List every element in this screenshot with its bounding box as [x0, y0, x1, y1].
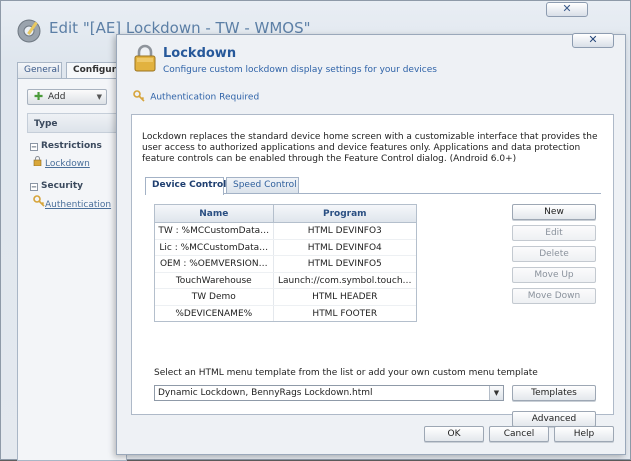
cell-program: HTML DEVINFO3 [307, 226, 382, 236]
template-select[interactable]: Dynamic Lockdown, BennyRags Lockdown.htm… [154, 385, 504, 401]
table-row[interactable]: TW Demo HTML HEADER [155, 289, 416, 306]
key-icon [133, 90, 147, 105]
cell-name: TouchWarehouse [155, 272, 274, 288]
ok-button[interactable]: OK [424, 426, 484, 442]
dialog-subtitle: Configure custom lockdown display settin… [163, 65, 437, 75]
cell-program: HTML DEVINFO4 [307, 242, 382, 253]
column-header-name[interactable]: Name [155, 205, 274, 222]
table-header: Name Program [155, 205, 416, 223]
templates-button[interactable]: Templates [512, 385, 596, 401]
authentication-required-label: Authentication Required [150, 92, 260, 103]
group-restrictions[interactable]: − Restrictions [27, 137, 127, 155]
lock-icon [33, 155, 45, 173]
table-row[interactable]: TW : %MCCustomData… HTML DEVINFO3 [155, 223, 416, 240]
template-select-value: Dynamic Lockdown, BennyRags Lockdown.htm… [158, 388, 373, 398]
group-label: Restrictions [41, 141, 102, 151]
background-tab-general[interactable]: General [17, 62, 62, 79]
tab-device-control[interactable]: Device Control [145, 177, 226, 195]
collapse-icon[interactable]: − [30, 183, 38, 191]
cell-program: HTML HEADER [312, 292, 378, 302]
cell-program: HTML DEVINFO5 [307, 259, 382, 269]
new-button[interactable]: New [512, 204, 596, 220]
type-column-header: Type [27, 113, 127, 133]
edit-button[interactable]: Edit [512, 225, 596, 241]
payload-type-list: Type − Restrictions Lockdown − Security Au… [27, 113, 127, 213]
chevron-down-icon: ▼ [96, 93, 102, 101]
list-item-label: Lockdown [45, 159, 90, 169]
gear-icon [17, 19, 41, 43]
table-row[interactable]: Lic : %MCCustomData… HTML DEVINFO4 [155, 239, 416, 256]
delete-button[interactable]: Delete [512, 246, 596, 262]
list-item-lockdown[interactable]: Lockdown [27, 155, 127, 173]
key-icon [33, 195, 45, 214]
help-button[interactable]: Help [554, 426, 614, 442]
table-row[interactable]: TouchWarehouse Launch://com.symbol.touch… [155, 272, 416, 289]
add-button-label: Add [48, 92, 66, 102]
table-row[interactable]: OEM : %OEMVERSION… HTML DEVINFO5 [155, 256, 416, 273]
tab-speed-control[interactable]: Speed Control [226, 177, 299, 194]
lockdown-dialog: ✕ Lockdown Configure custom lockdown dis… [116, 33, 626, 455]
cell-name: OEM : %OEMVERSION… [155, 256, 274, 272]
add-button[interactable]: ✚ Add ▼ [27, 89, 107, 105]
settings-panel: Lockdown replaces the standard device ho… [131, 114, 614, 427]
lockdown-description: Lockdown replaces the standard device ho… [142, 132, 598, 164]
advanced-button[interactable]: Advanced [512, 411, 596, 427]
group-security[interactable]: − Security [27, 177, 127, 195]
cell-name: Lic : %MCCustomData… [155, 239, 274, 255]
cell-program: HTML FOOTER [312, 308, 378, 319]
table-row[interactable]: %DEVICENAME% HTML FOOTER [155, 305, 416, 321]
lock-icon [134, 44, 156, 72]
cell-name: TW Demo [155, 289, 274, 305]
column-header-program[interactable]: Program [274, 205, 416, 222]
lockdown-items-table: Name Program TW : %MCCustomData… HTML DE… [154, 204, 417, 322]
cell-program: Launch://com.symbol.touch… [278, 275, 412, 286]
cell-name: %DEVICENAME% [155, 305, 274, 321]
dialog-title: Lockdown [163, 46, 237, 61]
list-item-authentication[interactable]: Authentication [27, 195, 127, 213]
cancel-button[interactable]: Cancel [489, 426, 549, 442]
cell-name: TW : %MCCustomData… [155, 223, 274, 239]
authentication-required: Authentication Required [133, 90, 259, 104]
dialog-close-button[interactable]: ✕ [572, 33, 614, 48]
background-close-button[interactable]: ✕ [546, 2, 588, 17]
plus-icon: ✚ [34, 90, 44, 103]
group-label: Security [41, 181, 84, 191]
list-item-label: Authentication [45, 200, 112, 210]
move-up-button[interactable]: Move Up [512, 267, 596, 283]
move-down-button[interactable]: Move Down [512, 288, 596, 304]
chevron-down-icon[interactable]: ▼ [489, 386, 503, 400]
collapse-icon[interactable]: − [30, 143, 38, 151]
template-instructions: Select an HTML menu template from the li… [154, 368, 538, 378]
